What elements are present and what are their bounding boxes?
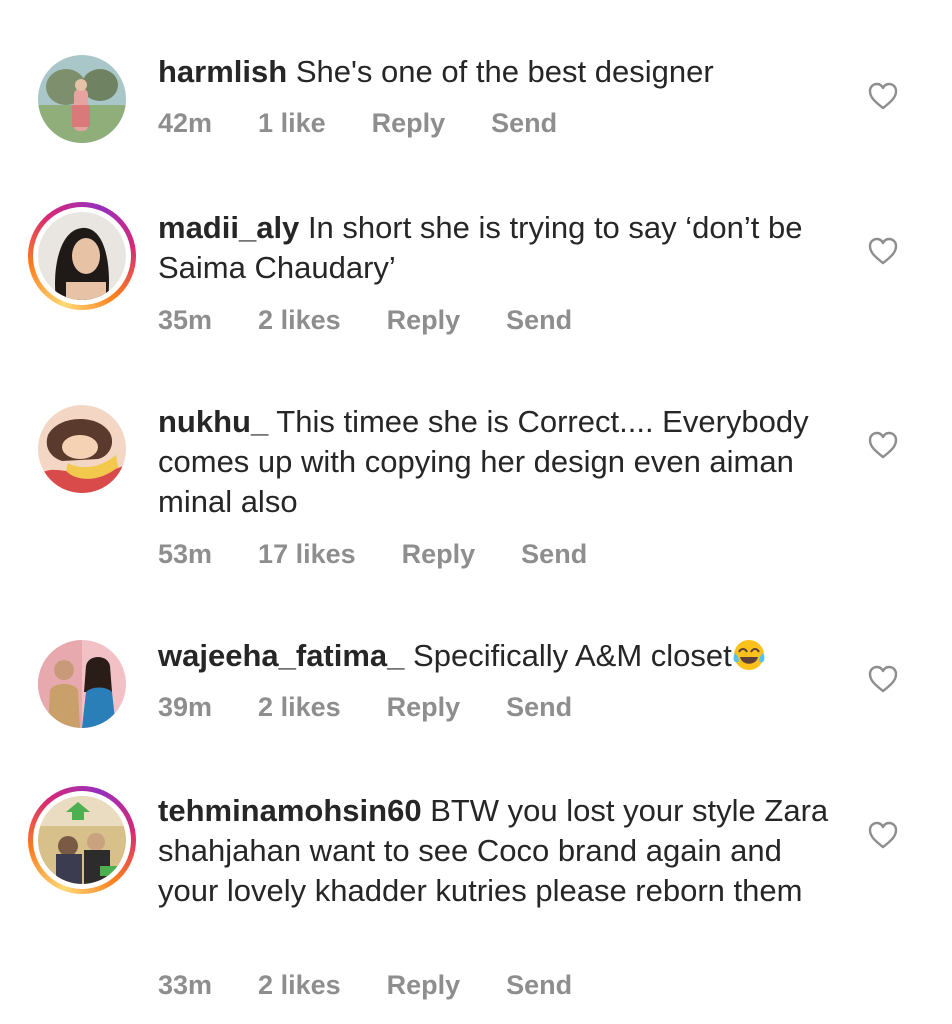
comment-time: 33m (158, 970, 213, 1000)
comment-meta: 42m 1 like Reply Send (158, 108, 603, 139)
avatar-image (38, 796, 126, 884)
comment-username[interactable]: tehminamohsin60 (158, 793, 422, 828)
comment-username[interactable]: madii_aly (158, 210, 299, 245)
comment-body: She's one of the best designer (295, 54, 714, 89)
comment-text: harmlish She's one of the best designer (158, 52, 838, 92)
avatar-image (38, 640, 126, 728)
comment-text: wajeeha_fatima_ Specifically A&M closet (158, 636, 838, 676)
comment-time: 42m (158, 108, 213, 138)
comment-time: 53m (158, 539, 213, 569)
comment-time: 39m (158, 692, 213, 722)
reply-button[interactable]: Reply (387, 970, 461, 1001)
heart-outline-icon[interactable] (868, 431, 898, 459)
send-button[interactable]: Send (491, 108, 557, 139)
avatar-story-ring[interactable] (28, 202, 136, 310)
comment-meta: 35m 2 likes Reply Send (158, 305, 618, 336)
heart-outline-icon[interactable] (868, 821, 898, 849)
comment-time: 35m (158, 305, 213, 335)
send-button[interactable]: Send (506, 305, 572, 336)
heart-outline-icon[interactable] (868, 237, 898, 265)
comment-meta: 39m 2 likes Reply Send (158, 692, 618, 723)
comment-likes[interactable]: 2 likes (258, 692, 341, 723)
send-button[interactable]: Send (521, 539, 587, 570)
heart-outline-icon[interactable] (868, 665, 898, 693)
avatar[interactable] (38, 640, 126, 728)
comment-username[interactable]: nukhu_ (158, 404, 268, 439)
comment-likes[interactable]: 2 likes (258, 970, 341, 1001)
comment-username[interactable]: harmlish (158, 54, 287, 89)
send-button[interactable]: Send (506, 692, 572, 723)
reply-button[interactable]: Reply (387, 305, 461, 336)
comment-text: madii_aly In short she is trying to say … (158, 208, 838, 288)
comment-username[interactable]: wajeeha_fatima_ (158, 638, 404, 673)
comment-meta: 53m 17 likes Reply Send (158, 539, 633, 570)
avatar-image (38, 55, 126, 143)
face-with-tears-of-joy-icon (733, 640, 765, 670)
comment-likes[interactable]: 17 likes (258, 539, 356, 570)
avatar-image (38, 212, 126, 300)
comment-meta: 33m 2 likes Reply Send (158, 970, 618, 1001)
reply-button[interactable]: Reply (402, 539, 476, 570)
avatar[interactable] (38, 55, 126, 143)
reply-button[interactable]: Reply (372, 108, 446, 139)
heart-outline-icon[interactable] (868, 82, 898, 110)
comment-text: tehminamohsin60 BTW you lost your style … (158, 791, 838, 911)
comment-likes[interactable]: 1 like (258, 108, 326, 139)
comment-text: nukhu_ This timee she is Correct.... Eve… (158, 402, 838, 522)
avatar-story-ring[interactable] (28, 786, 136, 894)
avatar-image (38, 405, 126, 493)
avatar[interactable] (38, 405, 126, 493)
reply-button[interactable]: Reply (387, 692, 461, 723)
send-button[interactable]: Send (506, 970, 572, 1001)
comment-body: Specifically A&M closet (413, 638, 732, 673)
comment-likes[interactable]: 2 likes (258, 305, 341, 336)
